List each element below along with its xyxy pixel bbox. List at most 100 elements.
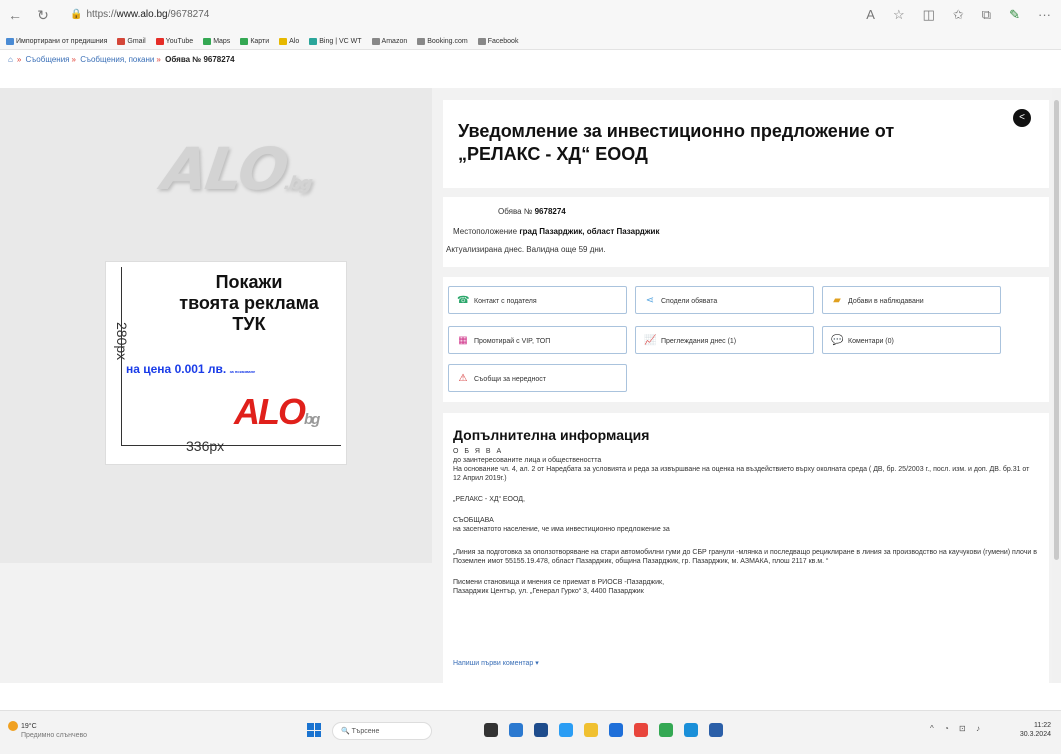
collections-icon[interactable]: ⧉ [982,7,991,23]
bookmark-item[interactable]: YouTube [155,34,193,49]
add-to-watchlist-button[interactable]: ▰ Добави в наблюдавани [822,286,1001,314]
start-menu-icon[interactable] [307,723,321,737]
ad-logo-suffix: bg [304,411,320,428]
share-icon[interactable]: < [1013,109,1031,127]
bookmark-item[interactable]: Booking.com [417,34,468,49]
browser-tools: A ☆ ◫ ✩ ⧉ ✎ ··· [866,7,1051,23]
share-icon: ⋖ [645,295,655,306]
folder-icon [279,38,288,45]
search-placeholder: Търсене [351,728,380,735]
taskbar-search[interactable]: 🔍 Търсене [332,722,432,740]
browser-nav: ← ↻ [6,7,52,24]
app-icon[interactable] [684,723,698,737]
comments-button[interactable]: 💬 Коментари (0) [822,326,1001,354]
description-panel: Допълнителна информация О Б Я В А до заи… [443,413,1049,688]
location-row: Местоположение град Пазарджик, област Па… [453,227,659,236]
page-icon [417,38,426,45]
maps-icon [240,38,249,45]
ad-price-text: на цена 0.001 лв. [126,362,227,376]
address-bar[interactable]: 🔒 https://www.alo.bg/9678274 [70,6,420,24]
button-label: Сподели обявата [661,298,718,305]
teams-icon[interactable] [534,723,548,737]
logo-suffix: .bg [282,173,313,194]
ad-width-label: 336px [186,438,225,454]
task-view-icon[interactable] [484,723,498,737]
site-logo-placeholder: ALO.bg [158,135,317,203]
bookmark-item[interactable]: Bing | VC WT [309,34,362,49]
breadcrumb-separator: » [156,55,161,64]
clock-time: 11:22 [1034,722,1051,729]
bookmarks-bar: Импортирани от предишния Gmail YouTube M… [0,34,1061,50]
description-paragraph: „РЕЛАКС - ХД“ ЕООД, [453,496,525,503]
store-icon[interactable] [609,723,623,737]
location-label: Местоположение [453,227,518,236]
edge-icon[interactable] [559,723,573,737]
warning-icon: ⚠ [458,373,468,384]
ad-number-label: Обява № [498,207,533,216]
report-issue-button[interactable]: ⚠ Съобщи за нередност [448,364,627,392]
bookmark-item[interactable]: Импортирани от предишния [6,34,107,49]
chart-icon: 📈 [644,335,657,346]
breadcrumb-item[interactable]: Съобщения [26,55,70,64]
contact-seller-button[interactable]: ☎ Контакт с подателя [448,286,627,314]
breadcrumb-separator: » [71,55,76,64]
app-icon[interactable] [634,723,648,737]
ad-line-3: ТУК [232,314,266,334]
listing-title-panel: Уведомление за инвестиционно предложение… [443,100,1049,188]
bookmark-item[interactable]: Maps [203,34,230,49]
file-explorer-icon[interactable] [584,723,598,737]
bookmark-item[interactable]: Gmail [117,34,146,49]
gmail-icon [117,38,126,45]
split-screen-icon[interactable]: ◫ [923,7,935,23]
breadcrumb: ⌂» Съобщения» Съобщения, покани» Обява №… [8,53,235,67]
taskbar: 19°C Предимно слънчево 🔍 Търсене ^ ◔ ⊡ ♪… [0,710,1061,754]
ad-price-suffix: за показване [229,369,256,374]
promote-icon: ▦ [458,335,468,346]
app-icon[interactable] [709,723,723,737]
bookmark-item[interactable]: Alo [279,34,299,49]
ad-height-label: 280px [114,322,130,361]
ad-price: на цена 0.001 лв. за показване [126,362,255,376]
home-icon[interactable]: ⌂ [8,55,13,64]
write-comment-link[interactable]: Напиши първи коментар ▾ [453,659,539,667]
button-label: Коментари (0) [848,338,894,345]
listing-title: Уведомление за инвестиционно предложение… [458,121,895,164]
promote-button[interactable]: ▦ Промотирай с VIP, ТОП [448,326,627,354]
weather-widget[interactable]: 19°C Предимно слънчево [8,721,87,740]
chrome-icon[interactable] [659,723,673,737]
widgets-icon[interactable] [509,723,523,737]
bookmark-item[interactable]: Карти [240,34,269,49]
button-label: Контакт с подателя [474,298,537,305]
favorites-icon[interactable]: ✩ [953,7,964,23]
breadcrumb-separator: » [16,55,22,64]
logo-main: ALO [158,135,291,203]
description-paragraph: „Линия за подготовка за оползотворяване … [453,549,1037,565]
phone-icon: ☎ [457,295,470,306]
share-listing-button[interactable]: ⋖ Сподели обявата [635,286,814,314]
button-label: Съобщи за нередност [474,376,546,383]
system-tray[interactable]: ^ ◔ ⊡ ♪ [930,724,984,733]
url-scheme: https:// [86,9,117,20]
description-heading: Допълнителна информация [453,427,650,443]
back-icon[interactable]: ← [6,7,24,24]
clock-date: 30.3.2024 [1019,731,1051,738]
button-label: Добави в наблюдавани [848,298,924,305]
listing-info-panel: Обява № 9678274 Местоположение град Паза… [443,197,1049,267]
reload-icon[interactable]: ↻ [34,7,52,24]
more-menu-icon[interactable]: ··· [1038,7,1051,23]
bookmark-item[interactable]: Facebook [477,34,518,49]
ad-logo: ALObg [234,391,320,433]
page-icon [371,38,380,45]
extension-icon[interactable]: ✎ [1009,7,1020,23]
views-today-button[interactable]: 📈 Преглеждания днес (1) [635,326,814,354]
description-text: О Б Я В А до заинтересованите лица и общ… [453,447,1038,604]
breadcrumb-item[interactable]: Съобщения, покани [80,55,154,64]
bookmark-item[interactable]: Amazon [371,34,407,49]
weather-temp: 19°C [21,722,37,730]
read-aloud-icon[interactable]: A [866,7,875,23]
scrollbar-thumb[interactable] [1054,100,1059,560]
ad-banner[interactable]: Покажи твоята реклама ТУК 280px на цена … [105,261,347,465]
clock[interactable]: 11:22 30.3.2024 [1020,721,1051,739]
favorite-star-icon[interactable]: ☆ [893,7,905,23]
ad-number: 9678274 [534,207,566,216]
